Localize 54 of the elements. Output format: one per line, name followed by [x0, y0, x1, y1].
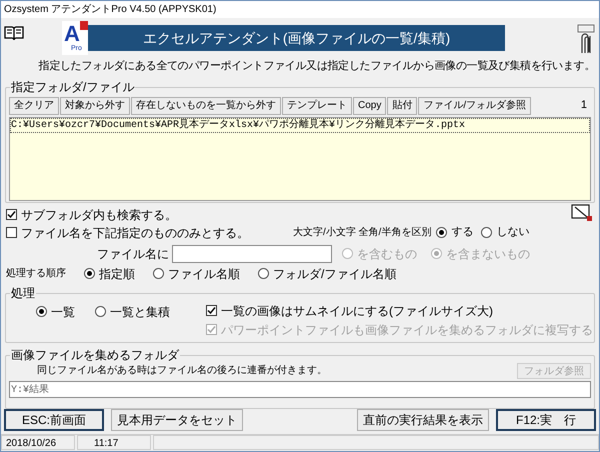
file-path[interactable]: C:¥Users¥ozcr7¥Documents¥APR見本データxlsx¥パワポ分離見本¥リンク分離見本データ.pptx — [10, 118, 590, 132]
radio-label: 指定順 — [99, 266, 135, 282]
group-label: 処理 — [10, 284, 36, 300]
description: 指定したフォルダにある全てのパワーポイントファイル又は指定したファイルから画像の一覧及び集積を行います。 — [38, 58, 595, 74]
radio-button[interactable] — [84, 268, 95, 279]
window-title: Ozsystem アテンダントPro V4.50 (APPYSK01) — [4, 3, 216, 17]
toolbar-button[interactable]: Copy — [353, 96, 386, 114]
header-title: エクセルアテンダント(画像ファイルの一覧/集積) — [142, 28, 450, 48]
logo-letter: A — [64, 23, 80, 45]
status-date: 2018/10/26 — [1, 435, 75, 450]
filename-label: ファイル名に — [97, 246, 169, 262]
logo-corner-mark — [80, 21, 88, 30]
radio-label: 一覧 — [51, 304, 75, 320]
radio-label: ファイル名順 — [168, 266, 240, 282]
group-label: 指定フォルダ/ファイル — [10, 78, 136, 94]
group-label: 画像ファイルを集めるフォルダ — [10, 346, 180, 362]
checkbox-label: ファイル名を下記指定のもののみとする。 — [21, 224, 249, 242]
footer-button[interactable]: F12:実 行 — [496, 409, 596, 431]
order-label: 処理する順序 — [6, 266, 66, 281]
checkbox[interactable] — [206, 305, 217, 316]
radio-button[interactable] — [36, 306, 47, 317]
status-time: 11:17 — [77, 435, 151, 450]
toolbar-button[interactable]: ファイル/フォルダ参照 — [418, 96, 532, 114]
checkbox-label: パワーポイントファイルも画像ファイルを集めるフォルダに複写する — [221, 322, 593, 338]
filename-field[interactable] — [172, 244, 332, 262]
checkbox-label: サブフォルダ内も検索する。 — [21, 206, 177, 224]
radio-button[interactable] — [436, 227, 448, 238]
checkbox[interactable] — [6, 209, 17, 220]
file-count: 1 — [580, 98, 587, 114]
toolbar-button[interactable]: 存在しないものを一覧から外す — [131, 96, 281, 114]
checkbox-label: 一覧の画像はサムネイルにする(ファイルサイズ大) — [221, 302, 493, 320]
radio-label: する — [451, 225, 474, 240]
toolbar-button[interactable]: テンプレート — [282, 96, 352, 114]
radio-label: を含むもの — [357, 246, 417, 262]
footer-button[interactable]: 直前の実行結果を表示 — [357, 409, 489, 431]
radio-label: フォルダ/ファイル名順 — [273, 266, 396, 282]
footer-button[interactable]: 見本用データをセット — [111, 409, 243, 431]
radio-button[interactable] — [258, 268, 269, 279]
book-icon[interactable] — [4, 25, 24, 41]
toolbar-button[interactable]: 全クリア — [9, 96, 59, 114]
toolbar-button[interactable]: 貼付 — [387, 96, 418, 114]
folder-path-field[interactable]: Y:¥結果 — [9, 380, 591, 398]
toolbar-button[interactable]: 対象から外す — [60, 96, 130, 114]
checkbox[interactable] — [6, 227, 17, 238]
radio-label: しない — [496, 225, 530, 240]
radio-button[interactable] — [153, 268, 164, 279]
note-text: 同じファイル名がある時はファイル名の後ろに連番が付きます。 — [37, 364, 327, 378]
radio-label: 一覧と集積 — [110, 304, 170, 320]
radio-label: を含まないもの — [446, 246, 530, 262]
radio-button[interactable] — [481, 227, 492, 238]
case-label: 大文字/小文字 全角/半角を区別 — [293, 226, 432, 240]
footer-button[interactable]: ESC:前画面 — [4, 409, 104, 431]
radio-button[interactable] — [95, 306, 106, 317]
edit-icon[interactable] — [571, 202, 593, 222]
